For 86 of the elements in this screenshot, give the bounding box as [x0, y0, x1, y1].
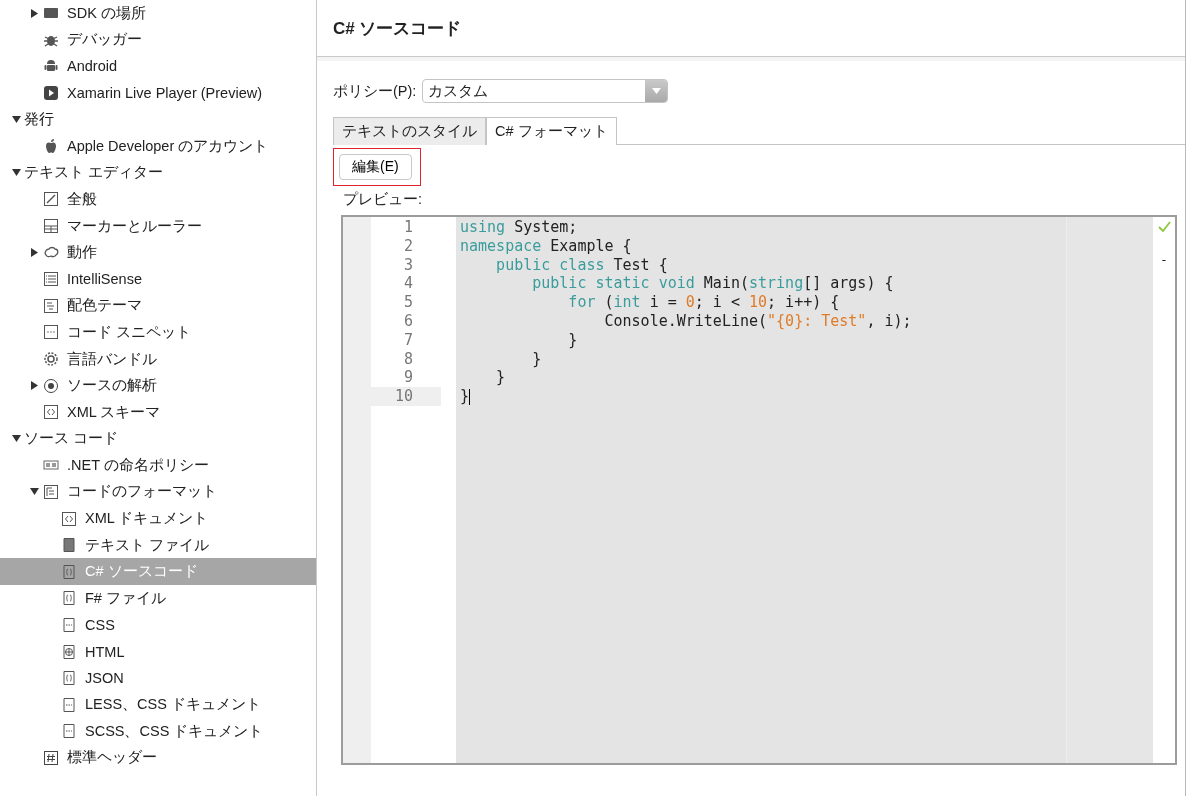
- line-number: 2: [402, 236, 414, 256]
- sidebar-item[interactable]: 配色テーマ: [0, 292, 316, 320]
- expanded-arrow-icon[interactable]: [29, 487, 39, 497]
- sidebar-item[interactable]: 動作: [0, 239, 316, 266]
- sidebar-item[interactable]: Apple Developer のアカウント: [0, 132, 316, 160]
- sidebar-item[interactable]: XML スキーマ: [0, 398, 316, 426]
- code-line: namespace Example {: [460, 236, 633, 256]
- tab[interactable]: テキストのスタイル: [333, 117, 486, 145]
- sidebar-item[interactable]: ソース コード: [0, 425, 316, 453]
- tab[interactable]: C# フォーマット: [486, 117, 617, 145]
- line-number: 5: [402, 293, 414, 312]
- preview-label: プレビュー:: [343, 190, 424, 209]
- sidebar-item[interactable]: 発行: [0, 106, 316, 133]
- line-number: 7: [402, 330, 414, 350]
- braces-icon: [60, 562, 78, 581]
- code-line: }: [531, 349, 543, 369]
- grid-icon: [42, 217, 60, 236]
- code-line: }: [567, 330, 579, 350]
- text-cursor: [469, 388, 471, 405]
- play-icon: [42, 84, 60, 103]
- code-line: Console.WriteLine("{0}: Test", i);: [603, 312, 913, 331]
- line-number: 8: [402, 349, 414, 369]
- file-icon: [60, 695, 78, 714]
- file-icon: [60, 722, 78, 741]
- sidebar-item[interactable]: デバッガー: [0, 26, 316, 54]
- sidebar-item[interactable]: IntelliSense: [0, 265, 316, 293]
- sidebar-item[interactable]: 言語バンドル: [0, 345, 316, 373]
- file-icon: [60, 615, 78, 634]
- collapsed-arrow-icon[interactable]: [29, 8, 39, 18]
- line-number: 4: [402, 274, 414, 294]
- expanded-arrow-icon[interactable]: [11, 115, 21, 125]
- radio-icon: [42, 376, 60, 395]
- sidebar-item[interactable]: ソースの解析: [0, 372, 316, 399]
- code-line: for (int i = 0; i < 10; i++) {: [567, 293, 841, 312]
- sidebar-item[interactable]: コードのフォーマット: [0, 478, 316, 506]
- expanded-arrow-icon[interactable]: [11, 168, 21, 178]
- sidebar-item[interactable]: SCSS、CSS ドキュメント: [0, 718, 316, 745]
- ruler-mark: -: [1160, 252, 1168, 267]
- sidebar-item[interactable]: Xamarin Live Player (Preview): [0, 79, 316, 107]
- line-number: 1: [402, 218, 414, 237]
- line-number: 10: [371, 387, 441, 406]
- code-line: using System;: [460, 218, 579, 237]
- sidebar-item[interactable]: XML ドキュメント: [0, 505, 316, 532]
- sidebar-item[interactable]: 標準ヘッダー: [0, 744, 316, 772]
- code-line: public class Test {: [495, 255, 669, 275]
- sidebar-item[interactable]: .NET の命名ポリシー: [0, 452, 316, 479]
- dots-icon: [42, 323, 60, 342]
- code-tag-icon: [60, 509, 78, 528]
- check-icon: [1157, 221, 1171, 232]
- code-line: public static void Main(string[] args) {: [531, 274, 895, 294]
- hash-icon: [42, 748, 60, 767]
- line-number: 3: [402, 255, 414, 275]
- sidebar-item[interactable]: CSS: [0, 611, 316, 639]
- braces-icon: [60, 589, 78, 608]
- format-icon: [42, 483, 60, 501]
- dropdown-arrow-icon: [651, 88, 661, 94]
- code-line: }: [460, 387, 472, 406]
- sidebar-item[interactable]: コード スニペット: [0, 319, 316, 346]
- sidebar-item[interactable]: Android: [0, 53, 316, 80]
- line-number: 6: [402, 312, 414, 331]
- pencil-icon: [42, 190, 60, 209]
- braces-icon: [60, 669, 78, 688]
- sidebar-item[interactable]: LESS、CSS ドキュメント: [0, 691, 316, 719]
- policy-dropdown[interactable]: カスタム: [422, 79, 669, 103]
- sidebar-item[interactable]: 全般: [0, 186, 316, 213]
- sidebar-item[interactable]: テキスト ファイル: [0, 531, 316, 559]
- panel-title: C# ソースコード: [333, 17, 462, 40]
- sidebar-item[interactable]: テキスト エディター: [0, 159, 316, 187]
- sidebar-item[interactable]: HTML: [0, 638, 316, 665]
- expanded-arrow-icon[interactable]: [11, 434, 21, 444]
- sidebar-item[interactable]: JSON: [0, 664, 316, 692]
- policy-label: ポリシー(P):: [333, 81, 417, 101]
- line-number: 9: [402, 368, 414, 388]
- sidebar-item[interactable]: SDK の場所: [0, 0, 316, 27]
- list-icon: [42, 270, 60, 289]
- html-file-icon: [60, 642, 78, 661]
- document-icon: [42, 296, 60, 315]
- sidebar-item[interactable]: F# ファイル: [0, 585, 316, 612]
- file-icon: [60, 536, 78, 555]
- code-line: }: [495, 368, 507, 388]
- gear-icon: [42, 350, 60, 368]
- collapsed-arrow-icon[interactable]: [29, 248, 39, 258]
- sidebar-item[interactable]: マーカーとルーラー: [0, 212, 316, 240]
- edit-button[interactable]: 編集(E): [339, 154, 412, 180]
- collapsed-arrow-icon[interactable]: [29, 381, 39, 391]
- code-tag-icon: [42, 403, 60, 422]
